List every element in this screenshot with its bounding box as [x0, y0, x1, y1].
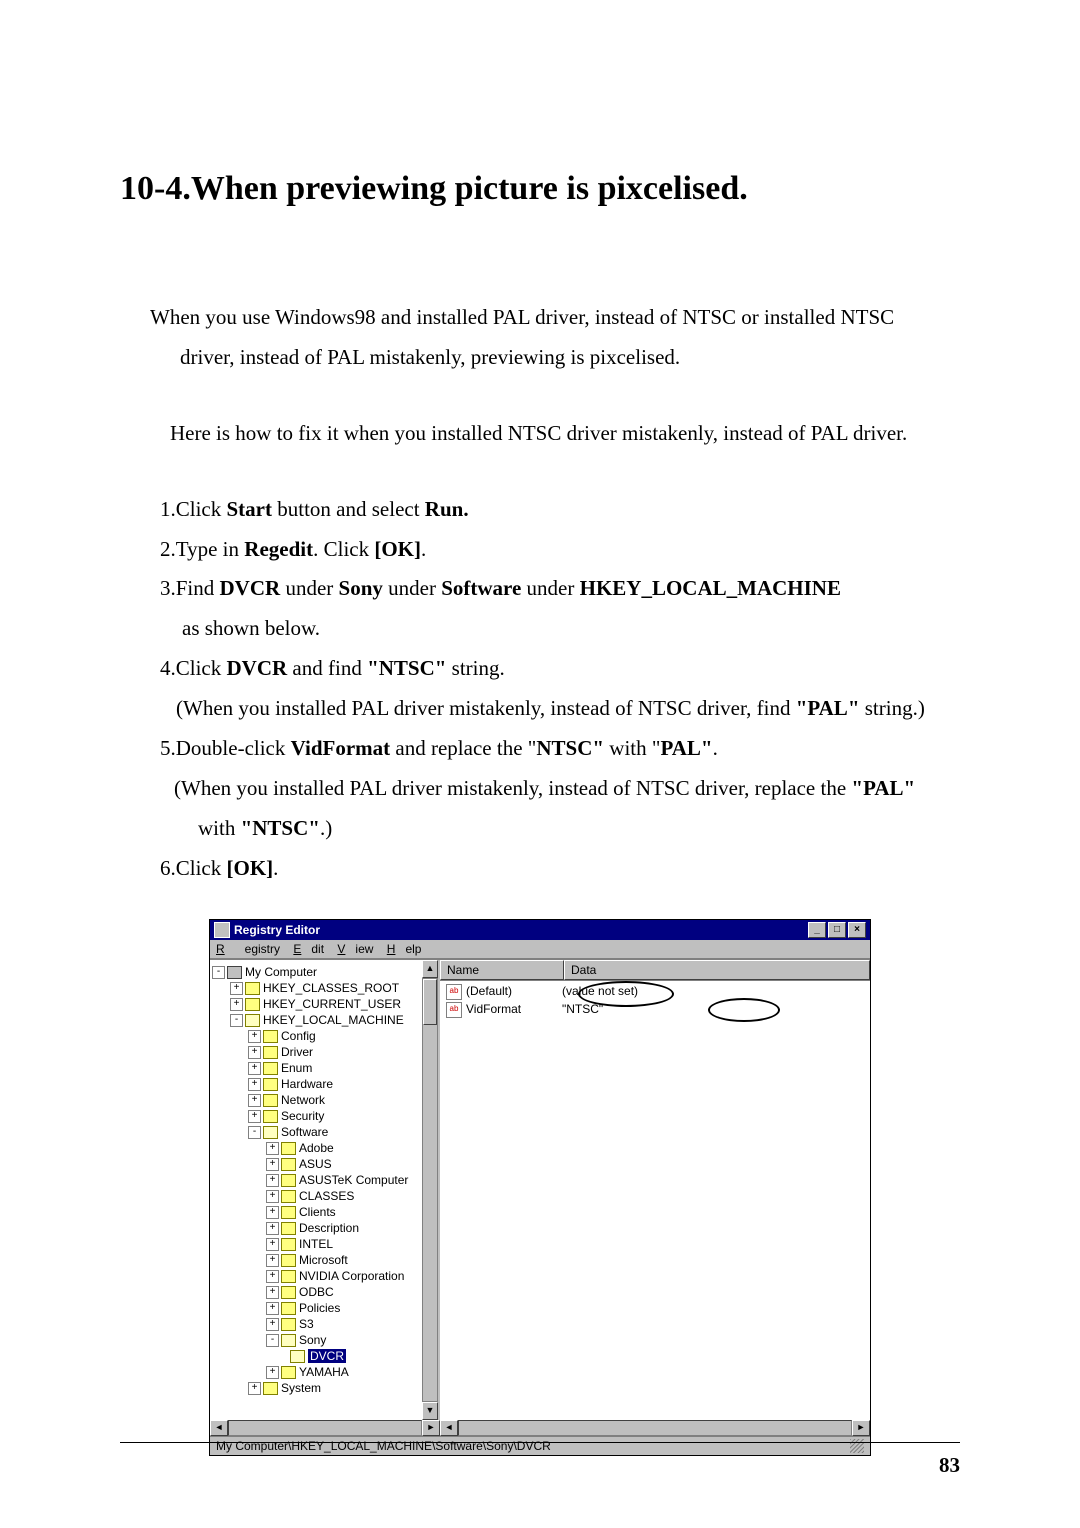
step-4: 4.Click DVCR and find "NTSC" string. [160, 649, 960, 689]
tree-vscrollbar[interactable]: ▲ ▼ [422, 960, 438, 1420]
menu-help[interactable]: Help [387, 942, 422, 956]
folder-icon [245, 982, 260, 995]
folder-open-icon [290, 1350, 305, 1363]
step-5-note-l2: with "NTSC".) [198, 809, 960, 849]
minimize-button[interactable]: _ [808, 922, 826, 938]
computer-icon [227, 966, 242, 979]
paragraph-line: driver, instead of PAL mistakenly, previ… [180, 338, 960, 378]
step-3: 3.Find DVCR under Sony under Software un… [160, 569, 960, 609]
app-icon [214, 922, 230, 938]
paragraph: Here is how to fix it when you installed… [170, 414, 960, 454]
menu-edit[interactable]: Edit [293, 942, 324, 956]
statusbar: My Computer\HKEY_LOCAL_MACHINE\Software\… [210, 1436, 870, 1455]
step-6: 6.Click [OK]. [160, 849, 960, 889]
annotation-circle [708, 998, 780, 1022]
scroll-down-icon[interactable]: ▼ [422, 1402, 438, 1420]
section-heading: 10-4.When previewing picture is pixcelis… [120, 170, 960, 208]
step-2: 2.Type in Regedit. Click [OK]. [160, 530, 960, 570]
footer-rule [120, 1442, 960, 1443]
step-5: 5.Double-click VidFormat and replace the… [160, 729, 960, 769]
values-header: Name Data [440, 960, 870, 981]
maximize-button[interactable]: □ [828, 922, 846, 938]
values-pane[interactable]: Name Data ab (Default) (value not set) a… [440, 960, 870, 1420]
step-5-note-l1: (When you installed PAL driver mistakenl… [174, 769, 960, 809]
tree-selected[interactable]: DVCR [308, 1349, 346, 1363]
col-name[interactable]: Name [440, 960, 564, 980]
step-3-cont: as shown below. [182, 609, 960, 649]
annotation-circle [578, 981, 674, 1007]
menu-registry[interactable]: Registry [216, 942, 280, 956]
col-data[interactable]: Data [564, 960, 870, 980]
tree-hscrollbar[interactable]: ◄► ◄► [210, 1420, 870, 1436]
page-number: 83 [939, 1453, 960, 1478]
close-button[interactable]: × [848, 922, 866, 938]
tree-pane[interactable]: -My Computer +HKEY_CLASSES_ROOT +HKEY_CU… [210, 960, 440, 1420]
string-icon: ab [446, 984, 462, 1000]
menubar: Registry Edit View Help [210, 940, 870, 959]
scroll-up-icon[interactable]: ▲ [422, 960, 438, 978]
titlebar[interactable]: Registry Editor _ □ × [210, 920, 870, 940]
paragraph-line: When you use Windows98 and installed PAL… [150, 298, 960, 338]
registry-editor-window: Registry Editor _ □ × Registry Edit View… [209, 919, 871, 1456]
resize-grip-icon[interactable] [850, 1439, 864, 1453]
string-icon: ab [446, 1002, 462, 1018]
menu-view[interactable]: View [337, 942, 373, 956]
step-1: 1.Click Start button and select Run. [160, 490, 960, 530]
window-title: Registry Editor [234, 923, 320, 937]
step-4-note: (When you installed PAL driver mistakenl… [176, 689, 960, 729]
